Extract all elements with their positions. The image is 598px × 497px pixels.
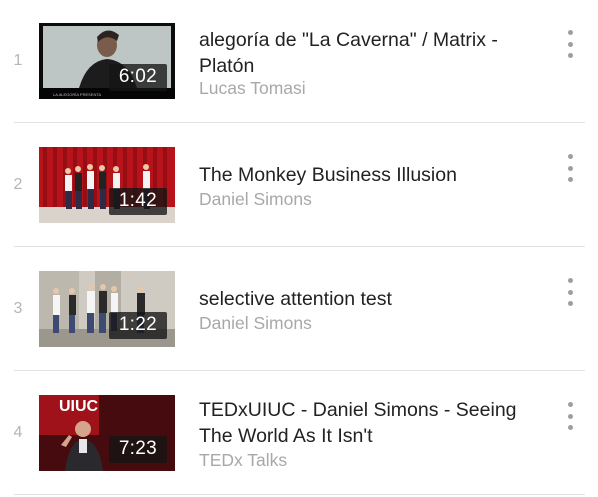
video-thumbnail[interactable]: LA ALEGORÍA PRESENTA 6:02 (39, 23, 175, 99)
channel-name[interactable]: Daniel Simons (199, 188, 312, 210)
playlist-item[interactable]: 3 1:22 selective attention test Daniel S… (0, 248, 598, 372)
divider (14, 122, 585, 123)
channel-name[interactable]: TEDx Talks (199, 449, 287, 471)
channel-name[interactable]: Daniel Simons (199, 312, 312, 334)
duration-badge: 1:42 (108, 188, 167, 215)
duration-badge: 1:22 (108, 312, 167, 339)
item-index: 3 (13, 300, 23, 317)
duration-badge: 6:02 (108, 64, 167, 91)
playlist: 1 LA ALEGORÍA PRESENTA 6:02 alegoría de … (0, 0, 598, 497)
channel-name[interactable]: Lucas Tomasi (199, 77, 306, 99)
playlist-item[interactable]: 2 1:42 The Monkey Business Illusion Dani… (0, 124, 598, 248)
more-options-icon[interactable] (560, 278, 580, 306)
video-title[interactable]: TEDxUIUC - Daniel Simons - Seeing The Wo… (199, 397, 544, 449)
video-title[interactable]: The Monkey Business Illusion (199, 162, 544, 188)
divider (14, 246, 585, 247)
divider (14, 370, 585, 371)
more-options-icon[interactable] (560, 154, 580, 182)
more-options-icon[interactable] (560, 402, 580, 430)
divider (14, 494, 585, 495)
video-thumbnail[interactable]: UIUC 7:23 (39, 395, 175, 471)
video-title[interactable]: alegoría de "La Caverna" / Matrix - Plat… (199, 27, 544, 79)
item-index: 1 (13, 52, 23, 69)
video-thumbnail[interactable]: 1:42 (39, 147, 175, 223)
thumbnail-caption: LA ALEGORÍA PRESENTA (53, 92, 102, 97)
video-thumbnail[interactable]: 1:22 (39, 271, 175, 347)
more-options-icon[interactable] (560, 30, 580, 58)
playlist-item[interactable]: 1 LA ALEGORÍA PRESENTA 6:02 alegoría de … (0, 0, 598, 124)
duration-badge: 7:23 (108, 436, 167, 463)
playlist-item[interactable]: 4 UIUC 7:23 TEDxUIUC - Daniel Simons - S… (0, 372, 598, 496)
item-index: 4 (13, 424, 23, 441)
tedx-logo-text: UIUC (59, 398, 99, 415)
item-index: 2 (13, 176, 23, 193)
video-title[interactable]: selective attention test (199, 286, 544, 312)
